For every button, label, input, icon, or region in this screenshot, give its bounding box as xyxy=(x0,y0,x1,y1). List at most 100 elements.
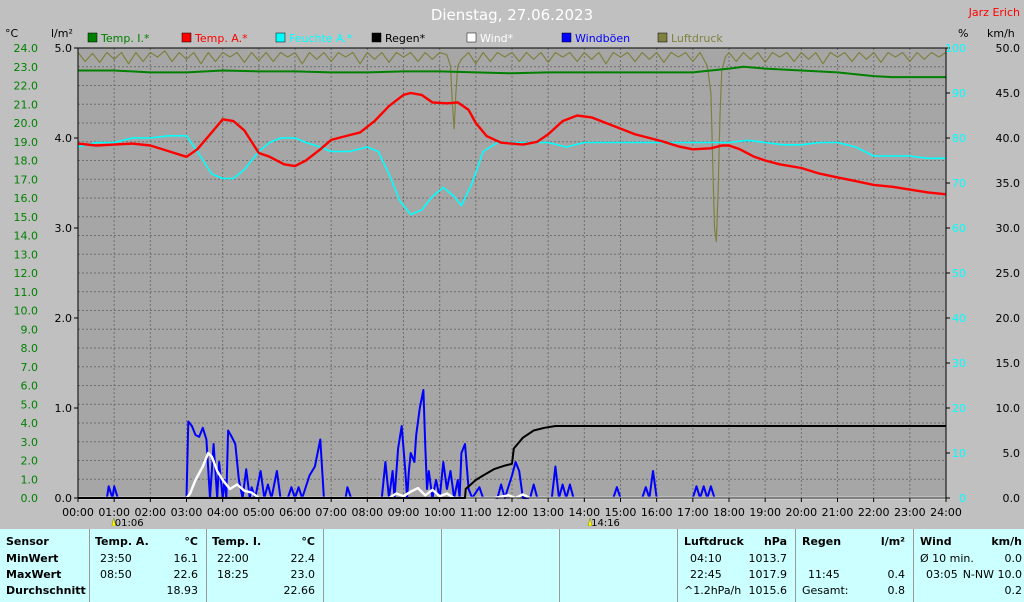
wind-title: Wind xyxy=(920,535,952,548)
x-tick-label: 09:00 xyxy=(388,506,420,519)
temp-tick-label: 8.0 xyxy=(21,342,39,355)
wind-tick-label: 15.0 xyxy=(996,357,1021,370)
legend-label: Temp. I.* xyxy=(100,32,150,45)
panel-temp-i: Temp. I. °C 22:00 22.4 18:25 23.0 22.66 xyxy=(207,529,324,602)
x-tick-label: 06:00 xyxy=(279,506,311,519)
temp-i-max-val: 23.0 xyxy=(290,568,316,581)
pressure-min-time: 04:10 xyxy=(690,552,722,565)
legend-label: Wind* xyxy=(480,32,514,45)
legend-swatch xyxy=(275,32,286,43)
wind-tick-label: 50.0 xyxy=(996,42,1021,55)
rain-axis-unit: l/m² xyxy=(51,27,73,40)
wind-min-val: 0.0 xyxy=(1004,552,1023,565)
humidity-tick-label: 80 xyxy=(952,132,966,145)
temp-tick-label: 16.0 xyxy=(14,192,39,205)
x-tick-label: 24:00 xyxy=(930,506,962,519)
temp-tick-label: 13.0 xyxy=(14,248,39,261)
humidity-tick-label: 40 xyxy=(952,312,966,325)
temp-axis-unit: °C xyxy=(5,27,19,40)
temp-tick-label: 22.0 xyxy=(14,80,39,93)
wind-axis-unit: km/h xyxy=(987,27,1015,40)
rain-tick-label: 1.0 xyxy=(55,402,73,415)
temp-i-max-time: 18:25 xyxy=(217,568,249,581)
temp-a-title: Temp. A. xyxy=(95,535,149,548)
humidity-tick-label: 100 xyxy=(945,42,966,55)
temp-tick-label: 12.0 xyxy=(14,267,39,280)
humidity-tick-label: 20 xyxy=(952,402,966,415)
humidity-tick-label: 90 xyxy=(952,87,966,100)
rain-max-time: 11:45 xyxy=(808,568,840,581)
humidity-tick-label: 10 xyxy=(952,447,966,460)
sensor-title: Sensor xyxy=(6,535,49,548)
rain-tick-label: 5.0 xyxy=(55,42,73,55)
temp-i-min-val: 22.4 xyxy=(290,552,316,565)
rain-tick-label: 0.0 xyxy=(55,492,73,505)
wind-max-time: 03:05 xyxy=(926,568,958,581)
x-tick-label: 13:00 xyxy=(532,506,564,519)
wind-tick-label: 30.0 xyxy=(996,222,1021,235)
sun-marker-label: 01:06 xyxy=(115,518,144,526)
legend-swatch xyxy=(466,32,477,43)
legend-label: Windböen xyxy=(575,32,630,45)
wind-tick-label: 35.0 xyxy=(996,177,1021,190)
x-tick-label: 00:00 xyxy=(62,506,94,519)
temp-tick-label: 15.0 xyxy=(14,211,39,224)
temp-tick-label: 23.0 xyxy=(14,61,39,74)
temp-a-min-val: 16.1 xyxy=(173,552,199,565)
wind-tick-label: 25.0 xyxy=(996,267,1021,280)
sun-marker-label: 14:16 xyxy=(591,518,620,526)
panel-pressure: Luftdruck hPa 04:10 1013.7 22:45 1017.9 ^1.… xyxy=(678,529,796,602)
temp-tick-label: 21.0 xyxy=(14,98,39,111)
wind-tick-label: 0.0 xyxy=(1003,492,1021,505)
x-tick-label: 22:00 xyxy=(858,506,890,519)
rain-tick-label: 3.0 xyxy=(55,222,73,235)
humidity-tick-label: 0 xyxy=(959,492,966,505)
temp-tick-label: 14.0 xyxy=(14,230,39,243)
panel-empty-1 xyxy=(324,529,442,602)
legend-label: Temp. A.* xyxy=(194,32,248,45)
temp-i-unit: °C xyxy=(301,535,315,548)
temp-a-avg-val: 18.93 xyxy=(166,584,199,597)
sensor-max-label: MaxWert xyxy=(6,568,62,581)
x-tick-label: 07:00 xyxy=(315,506,347,519)
temp-a-max-time: 08:50 xyxy=(100,568,132,581)
humidity-tick-label: 30 xyxy=(952,357,966,370)
wind-tick-label: 5.0 xyxy=(1003,447,1021,460)
x-tick-label: 03:00 xyxy=(171,506,203,519)
humidity-tick-label: 50 xyxy=(952,267,966,280)
temp-i-title: Temp. I. xyxy=(212,535,262,548)
temp-tick-label: 6.0 xyxy=(21,380,39,393)
pressure-min-val: 1013.7 xyxy=(748,552,788,565)
x-tick-label: 19:00 xyxy=(749,506,781,519)
temp-i-min-time: 22:00 xyxy=(217,552,249,565)
x-tick-label: 20:00 xyxy=(785,506,817,519)
rain-max-val: 0.4 xyxy=(887,568,906,581)
temp-tick-label: 1.0 xyxy=(21,473,39,486)
legend-swatch xyxy=(87,32,98,43)
wind-avg-val: 0.2 xyxy=(1004,584,1023,597)
pressure-unit: hPa xyxy=(763,535,787,548)
x-tick-label: 18:00 xyxy=(713,506,745,519)
temp-a-min-time: 23:50 xyxy=(100,552,132,565)
x-tick-label: 08:00 xyxy=(351,506,383,519)
temp-tick-label: 17.0 xyxy=(14,173,39,186)
temp-tick-label: 10.0 xyxy=(14,305,39,318)
temp-tick-label: 7.0 xyxy=(21,361,39,374)
temp-tick-label: 20.0 xyxy=(14,117,39,130)
wind-tick-label: 45.0 xyxy=(996,87,1021,100)
temp-i-avg-val: 22.66 xyxy=(283,584,316,597)
chart-author: Jarz Erich xyxy=(968,6,1020,19)
temp-tick-label: 9.0 xyxy=(21,323,39,336)
pressure-trend: ^1.2hPa/h xyxy=(684,584,742,597)
legend-swatch xyxy=(181,32,192,43)
temp-tick-label: 5.0 xyxy=(21,398,39,411)
wind-unit: km/h xyxy=(991,535,1022,548)
pressure-max-time: 22:45 xyxy=(690,568,722,581)
chart-title: Dienstag, 27.06.2023 xyxy=(431,6,593,24)
x-tick-label: 10:00 xyxy=(424,506,456,519)
wind-tick-label: 20.0 xyxy=(996,312,1021,325)
panel-wind: Wind km/h Ø 10 min. 0.0 03:05 N-NW 10.0 0.2 xyxy=(914,529,1024,602)
x-tick-label: 05:00 xyxy=(243,506,275,519)
panel-empty-2 xyxy=(442,529,560,602)
panel-temp-a: Temp. A. °C 23:50 16.1 08:50 22.6 18.93 xyxy=(90,529,207,602)
